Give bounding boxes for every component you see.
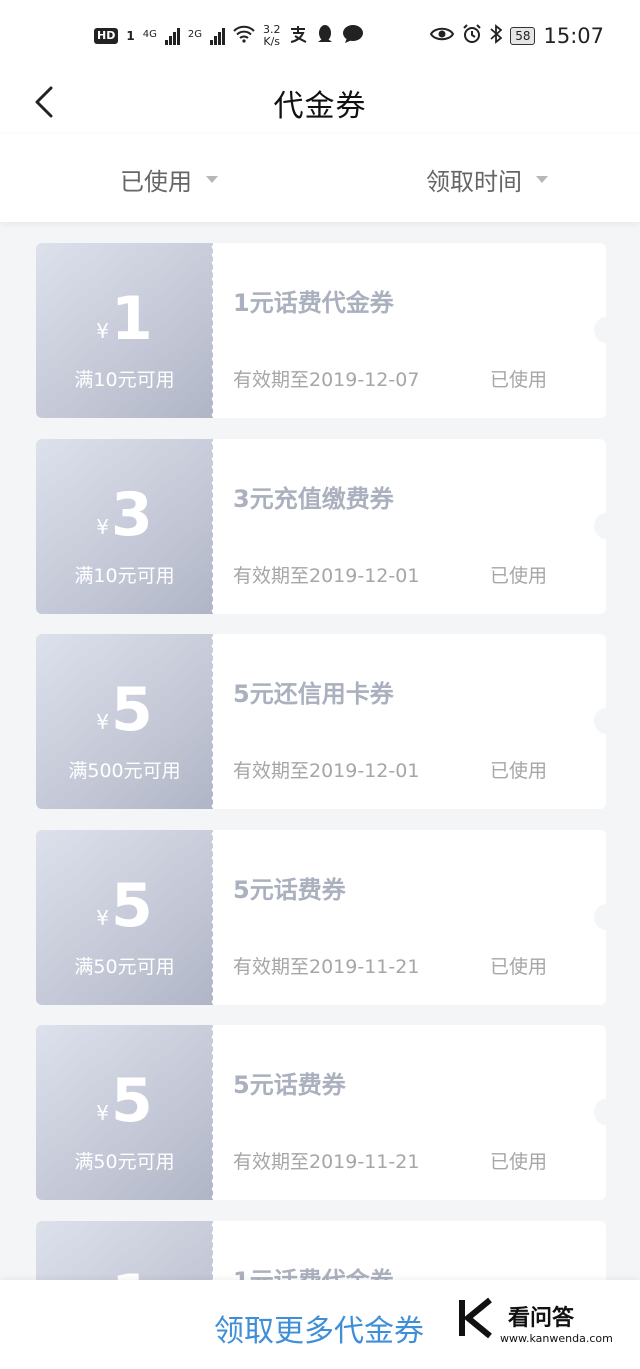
status-filter-dropdown[interactable]: 已使用 (120, 162, 218, 197)
coupon-name: 3元充值缴费券 (233, 485, 394, 513)
currency-symbol: ¥ (96, 906, 109, 930)
coupon-card[interactable]: ¥ 3 满10元可用 3元充值缴费券 有效期至2019-12-01 已使用 (36, 439, 606, 614)
coupon-amount-row: ¥ 5 (36, 678, 213, 742)
bottom-bar: 领取更多代金券 看问答 www.kanwenda.com (0, 1280, 640, 1369)
coupon-info: 5元话费券 有效期至2019-11-21 已使用 (213, 1025, 606, 1200)
coupon-amount-row: ¥ 1 (36, 287, 213, 351)
currency-symbol: ¥ (96, 515, 109, 539)
coupon-name: 1元话费代金券 (233, 289, 394, 317)
clock: 15:07 (543, 24, 604, 48)
time-sort-dropdown[interactable]: 领取时间 (426, 162, 548, 197)
coupon-expiry: 有效期至2019-11-21 (233, 1151, 420, 1173)
coupon-amount-row: ¥ 5 (36, 874, 213, 938)
get-more-coupons-link[interactable]: 领取更多代金券 (214, 1306, 424, 1350)
status-bar: HD 1 4G 2G 3.2 K/s 58 15:07 (0, 0, 640, 72)
coupon-condition: 满50元可用 (74, 956, 175, 978)
coupon-expiry: 有效期至2019-12-01 (233, 760, 420, 782)
speed-unit: K/s (263, 35, 281, 48)
coupon-expiry: 有效期至2019-12-01 (233, 565, 420, 587)
coupon-card[interactable]: ¥ 1 满10元可用 1元话费代金券 有效期至2019-12-07 已使用 (36, 243, 606, 418)
coupon-notch (594, 708, 606, 734)
time-sort-label: 领取时间 (426, 168, 522, 196)
filter-bar: 已使用 领取时间 (0, 134, 640, 222)
alipay-icon (288, 24, 308, 48)
back-button[interactable] (24, 82, 64, 122)
page-title: 代金券 (273, 89, 367, 124)
caret-down-icon (206, 176, 218, 183)
wifi-icon (233, 25, 255, 47)
coupon-notch (594, 1099, 606, 1125)
bluetooth-icon (490, 24, 503, 48)
currency-symbol: ¥ (96, 710, 109, 734)
coupon-expiry: 有效期至2019-11-21 (233, 956, 420, 978)
coupon-amount: 5 (110, 871, 153, 941)
coupon-amount: 5 (110, 1066, 153, 1136)
coupon-amount-row: ¥ 3 (36, 483, 213, 547)
top-nav: 代金券 (0, 72, 640, 134)
chevron-left-icon (35, 86, 53, 118)
network-2g-label: 2G (187, 29, 202, 40)
status-right: 58 15:07 (430, 24, 604, 48)
coupon-expiry: 有效期至2019-12-07 (233, 369, 420, 391)
watermark-url: www.kanwenda.com (500, 1332, 613, 1345)
coupon-amount-row: ¥ 5 (36, 1069, 213, 1133)
coupon-condition: 满10元可用 (74, 565, 175, 587)
coupon-info: 1元话费代金券 有效期至2019-12-07 已使用 (213, 243, 606, 418)
coupon-name: 5元话费券 (233, 876, 346, 904)
caret-down-icon (536, 176, 548, 183)
signal-icon (164, 27, 180, 45)
currency-symbol: ¥ (96, 319, 109, 343)
watermark-title: 看问答 (508, 1306, 575, 1331)
coupon-notch (594, 904, 606, 930)
sim-number: 1 (126, 29, 135, 43)
coupon-condition: 满10元可用 (74, 369, 175, 391)
currency-symbol: ¥ (96, 1101, 109, 1125)
coupon-notch (594, 513, 606, 539)
coupon-info: 3元充值缴费券 有效期至2019-12-01 已使用 (213, 439, 606, 614)
coupon-name: 5元话费券 (233, 1071, 346, 1099)
alarm-icon (462, 24, 482, 48)
kanwenda-logo-icon (459, 1297, 492, 1339)
coupon-value-panel: ¥ 5 满500元可用 (36, 634, 214, 809)
qq-icon (316, 24, 334, 48)
network-4g-label: 4G (142, 29, 157, 40)
coupon-condition: 满500元可用 (68, 760, 181, 782)
coupon-amount: 5 (110, 675, 153, 745)
coupon-condition: 满50元可用 (74, 1151, 175, 1173)
network-speed: 3.2 K/s (263, 24, 281, 48)
coupon-value-panel: ¥ 1 满10元可用 (36, 243, 214, 418)
chat-icon (342, 24, 364, 48)
signal-icon (209, 27, 225, 45)
coupon-info: 5元还信用卡券 有效期至2019-12-01 已使用 (213, 634, 606, 809)
status-filter-label: 已使用 (120, 168, 192, 196)
coupon-card[interactable]: ¥ 5 满500元可用 5元还信用卡券 有效期至2019-12-01 已使用 (36, 634, 606, 809)
coupon-amount: 1 (110, 284, 153, 354)
coupon-status: 已使用 (490, 369, 548, 391)
watermark: 看问答 www.kanwenda.com (452, 1288, 640, 1364)
coupon-value-panel: ¥ 5 满50元可用 (36, 830, 214, 1005)
coupon-info: 5元话费券 有效期至2019-11-21 已使用 (213, 830, 606, 1005)
coupon-status: 已使用 (490, 565, 548, 587)
coupon-card[interactable]: ¥ 5 满50元可用 5元话费券 有效期至2019-11-21 已使用 (36, 1025, 606, 1200)
coupon-notch (594, 317, 606, 343)
coupon-status: 已使用 (490, 1151, 548, 1173)
coupon-card[interactable]: ¥ 5 满50元可用 5元话费券 有效期至2019-11-21 已使用 (36, 830, 606, 1005)
eye-icon (430, 26, 455, 46)
coupon-amount: 3 (110, 480, 153, 550)
coupon-value-panel: ¥ 3 满10元可用 (36, 439, 214, 614)
coupon-status: 已使用 (490, 760, 548, 782)
coupon-name: 5元还信用卡券 (233, 680, 394, 708)
coupon-value-panel: ¥ 5 满50元可用 (36, 1025, 214, 1200)
battery-indicator: 58 (510, 27, 536, 45)
status-left: HD 1 4G 2G 3.2 K/s (94, 24, 364, 48)
coupon-status: 已使用 (490, 956, 548, 978)
hd-badge: HD (94, 28, 119, 44)
